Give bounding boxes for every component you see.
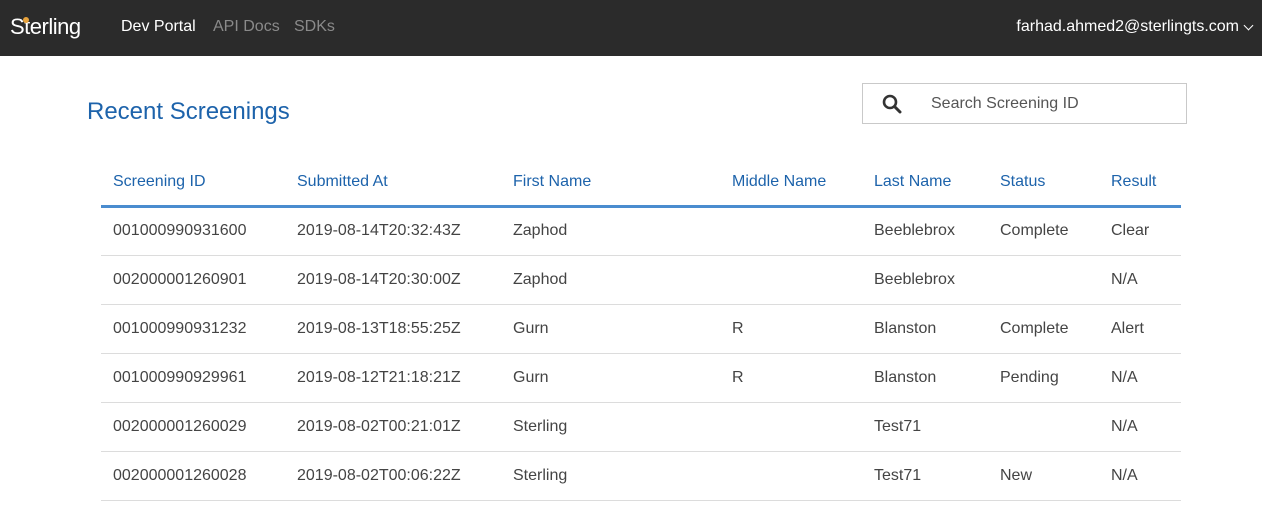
cell-result: Alert: [1099, 304, 1181, 354]
cell-status: [988, 402, 1099, 452]
cell-screening-id: 001000990931232: [101, 304, 285, 354]
search-icon: [882, 94, 902, 114]
col-middle-name[interactable]: Middle Name: [720, 160, 862, 208]
cell-screening-id: 001000990931600: [101, 206, 285, 256]
table-row[interactable]: 002000001260029 2019-08-02T00:21:01Z Ste…: [101, 402, 1181, 452]
search-input[interactable]: [931, 92, 1171, 116]
user-email: farhad.ahmed2@sterlingts.com: [1016, 18, 1239, 35]
page-title: Recent Screenings: [87, 98, 290, 125]
cell-result: Clear: [1099, 206, 1181, 256]
cell-status: Complete: [988, 206, 1099, 256]
cell-status: [988, 255, 1099, 305]
table-row[interactable]: 001000990929961 2019-08-12T21:18:21Z Gur…: [101, 353, 1181, 403]
cell-last-name: Beeblebrox: [862, 206, 988, 256]
cell-status: Complete: [988, 304, 1099, 354]
cell-status: Pending: [988, 353, 1099, 403]
col-first-name[interactable]: First Name: [501, 160, 720, 208]
cell-result: N/A: [1099, 255, 1181, 305]
cell-last-name: Blanston: [862, 304, 988, 354]
screenings-table: Screening ID Submitted At First Name Mid…: [101, 160, 1181, 501]
col-status[interactable]: Status: [988, 160, 1099, 208]
cell-middle-name: R: [720, 353, 862, 403]
cell-submitted-at: 2019-08-13T18:55:25Z: [285, 304, 501, 354]
chevron-down-icon: [1243, 20, 1254, 30]
table-row[interactable]: 001000990931232 2019-08-13T18:55:25Z Gur…: [101, 304, 1181, 354]
cell-result: N/A: [1099, 353, 1181, 403]
cell-submitted-at: 2019-08-02T00:06:22Z: [285, 451, 501, 501]
user-menu[interactable]: farhad.ahmed2@sterlingts.com: [1016, 18, 1254, 36]
cell-screening-id: 001000990929961: [101, 353, 285, 403]
table-row[interactable]: 002000001260901 2019-08-14T20:30:00Z Zap…: [101, 255, 1181, 305]
nav-api-docs[interactable]: API Docs: [213, 18, 280, 36]
logo-text: Sterling: [10, 14, 81, 39]
cell-first-name: Gurn: [501, 353, 720, 403]
cell-screening-id: 002000001260028: [101, 451, 285, 501]
cell-submitted-at: 2019-08-14T20:32:43Z: [285, 206, 501, 256]
cell-submitted-at: 2019-08-02T00:21:01Z: [285, 402, 501, 452]
cell-result: N/A: [1099, 451, 1181, 501]
table-header-row: Screening ID Submitted At First Name Mid…: [101, 160, 1181, 208]
cell-first-name: Zaphod: [501, 206, 720, 256]
cell-middle-name: [720, 206, 862, 256]
cell-last-name: Blanston: [862, 353, 988, 403]
cell-screening-id: 002000001260029: [101, 402, 285, 452]
table-row[interactable]: 002000001260028 2019-08-02T00:06:22Z Ste…: [101, 451, 1181, 501]
cell-first-name: Zaphod: [501, 255, 720, 305]
cell-first-name: Sterling: [501, 402, 720, 452]
cell-status: New: [988, 451, 1099, 501]
nav-sdks[interactable]: SDKs: [294, 18, 335, 36]
cell-middle-name: [720, 451, 862, 501]
cell-submitted-at: 2019-08-14T20:30:00Z: [285, 255, 501, 305]
cell-last-name: Beeblebrox: [862, 255, 988, 305]
table-row[interactable]: 001000990931600 2019-08-14T20:32:43Z Zap…: [101, 206, 1181, 256]
cell-submitted-at: 2019-08-12T21:18:21Z: [285, 353, 501, 403]
sterling-logo[interactable]: Sterling: [10, 14, 81, 40]
col-submitted-at[interactable]: Submitted At: [285, 160, 501, 208]
cell-middle-name: R: [720, 304, 862, 354]
nav-dev-portal[interactable]: Dev Portal: [121, 18, 196, 36]
cell-first-name: Sterling: [501, 451, 720, 501]
cell-middle-name: [720, 255, 862, 305]
cell-last-name: Test71: [862, 451, 988, 501]
cell-result: N/A: [1099, 402, 1181, 452]
col-screening-id[interactable]: Screening ID: [101, 160, 285, 208]
search-box[interactable]: [862, 83, 1187, 124]
col-last-name[interactable]: Last Name: [862, 160, 988, 208]
top-navbar: Sterling Dev Portal API Docs SDKs farhad…: [0, 0, 1262, 56]
cell-screening-id: 002000001260901: [101, 255, 285, 305]
cell-last-name: Test71: [862, 402, 988, 452]
cell-middle-name: [720, 402, 862, 452]
logo-dot-icon: [23, 17, 29, 23]
cell-first-name: Gurn: [501, 304, 720, 354]
col-result[interactable]: Result: [1099, 160, 1181, 208]
